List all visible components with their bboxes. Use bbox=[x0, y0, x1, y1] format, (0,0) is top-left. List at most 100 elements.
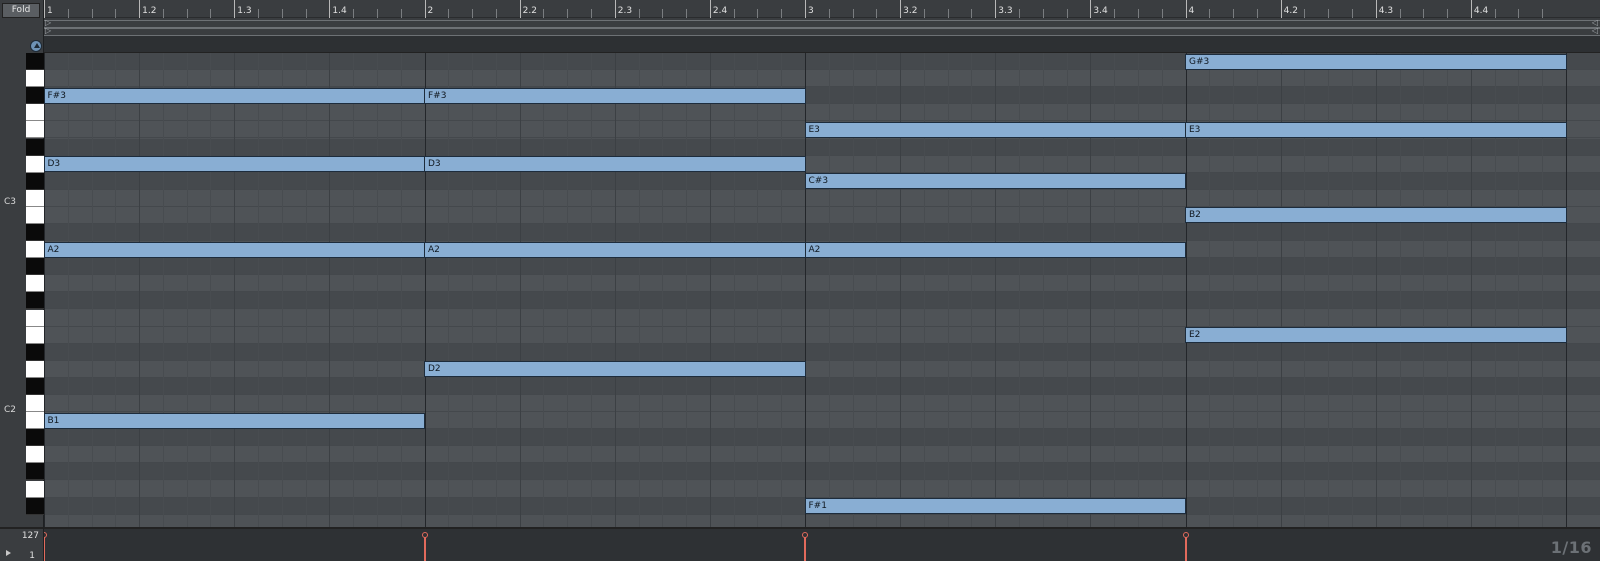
ruler-minor-tick bbox=[258, 9, 260, 18]
ruler-minor-tick bbox=[757, 9, 759, 18]
grid-row[interactable] bbox=[44, 292, 1600, 310]
midi-note[interactable]: A2 bbox=[44, 241, 425, 258]
piano-key[interactable] bbox=[26, 360, 44, 378]
grid-row[interactable] bbox=[44, 377, 1600, 395]
piano-key[interactable] bbox=[26, 172, 44, 190]
piano-key[interactable] bbox=[26, 395, 44, 413]
midi-note[interactable]: F#3 bbox=[44, 87, 425, 104]
loop-strip[interactable]: ▷ ▷ ◁ ◁ bbox=[44, 18, 1600, 36]
piano-key[interactable] bbox=[26, 480, 44, 498]
piano-key[interactable] bbox=[26, 412, 44, 430]
note-grid[interactable]: F#3 D3 A2 B1 F#3 D3 A2 D2 E3 C#3 A2 F#1 G#3 E3 B2 E2 bbox=[44, 53, 1600, 527]
grid-row[interactable] bbox=[44, 480, 1600, 498]
piano-key[interactable] bbox=[26, 206, 44, 224]
time-ruler[interactable]: 1 1.2 1.3 1.4 2 2.2 2.3 2.4 3 3.2 3.3 3.4 4 4.2 4.3 4.4 bbox=[44, 0, 1600, 18]
midi-note[interactable]: D3 bbox=[44, 156, 425, 173]
piano-key[interactable] bbox=[26, 429, 44, 447]
grid-row[interactable] bbox=[44, 104, 1600, 122]
velocity-handle[interactable] bbox=[44, 532, 47, 538]
piano-key[interactable] bbox=[26, 377, 44, 395]
ruler-minor-tick bbox=[1399, 9, 1401, 18]
midi-note[interactable]: B1 bbox=[44, 412, 425, 429]
midi-note[interactable]: E2 bbox=[1185, 327, 1567, 344]
ruler-minor-tick bbox=[305, 9, 307, 18]
ruler-minor-tick bbox=[448, 9, 450, 18]
grid-row[interactable] bbox=[44, 275, 1600, 293]
midi-note[interactable]: F#3 bbox=[424, 87, 806, 104]
sixteenth-line bbox=[590, 53, 592, 527]
midi-note[interactable]: G#3 bbox=[1185, 53, 1567, 70]
velocity-handle[interactable] bbox=[1182, 532, 1189, 538]
piano-key[interactable] bbox=[26, 275, 44, 293]
ruler-tick bbox=[139, 0, 141, 18]
grid-row[interactable] bbox=[44, 224, 1600, 242]
piano-key[interactable] bbox=[26, 189, 44, 207]
midi-note[interactable]: C#3 bbox=[804, 173, 1186, 190]
grid-row[interactable] bbox=[44, 70, 1600, 88]
piano-key[interactable] bbox=[26, 258, 44, 276]
ruler-minor-tick bbox=[1494, 9, 1496, 18]
midi-note[interactable]: A2 bbox=[424, 241, 806, 258]
piano-key[interactable] bbox=[26, 309, 44, 327]
ruler-tick bbox=[519, 0, 521, 18]
grid-row[interactable] bbox=[44, 463, 1600, 481]
piano-key[interactable] bbox=[26, 121, 44, 139]
piano-key[interactable] bbox=[26, 343, 44, 361]
piano-key[interactable] bbox=[26, 224, 44, 242]
piano-key[interactable] bbox=[26, 326, 44, 344]
piano-key[interactable] bbox=[26, 155, 44, 173]
midi-note[interactable]: D3 bbox=[424, 156, 806, 173]
grid-row[interactable] bbox=[44, 189, 1600, 207]
grid-row[interactable] bbox=[44, 138, 1600, 156]
piano-key[interactable] bbox=[26, 104, 44, 122]
velocity-handle[interactable] bbox=[802, 532, 808, 538]
ruler-minor-tick bbox=[67, 9, 69, 18]
grid-row[interactable] bbox=[44, 395, 1600, 413]
grid-row[interactable] bbox=[44, 343, 1600, 361]
piano-key[interactable] bbox=[26, 241, 44, 259]
midi-note[interactable]: B2 bbox=[1185, 207, 1567, 224]
start-marker-arrow-icon[interactable]: ▷ bbox=[45, 27, 51, 35]
grid-row[interactable] bbox=[44, 258, 1600, 276]
midi-note[interactable]: D2 bbox=[424, 361, 806, 378]
midi-note[interactable]: A2 bbox=[804, 241, 1186, 258]
piano-key[interactable] bbox=[26, 463, 44, 481]
beat-line bbox=[709, 53, 711, 527]
ruler-label: 2.4 bbox=[712, 6, 728, 16]
piano-key[interactable] bbox=[26, 53, 44, 71]
piano-key[interactable] bbox=[26, 497, 44, 515]
sixteenth-line bbox=[400, 53, 402, 527]
bar-line bbox=[44, 53, 45, 527]
ruler-minor-tick bbox=[567, 9, 569, 18]
piano-key[interactable] bbox=[26, 138, 44, 156]
midi-note[interactable]: E3 bbox=[1185, 121, 1567, 138]
grid-row[interactable] bbox=[44, 360, 1600, 378]
velocity-lane[interactable]: 1/16 bbox=[44, 527, 1600, 561]
ruler-label: 1 bbox=[47, 6, 53, 16]
piano-key[interactable] bbox=[26, 292, 44, 310]
beat-line bbox=[614, 53, 616, 527]
piano-key[interactable] bbox=[26, 70, 44, 88]
piano-key[interactable] bbox=[26, 446, 44, 464]
piano-key[interactable] bbox=[26, 87, 44, 105]
ruler-label: 2.2 bbox=[522, 6, 537, 16]
grid-row[interactable] bbox=[44, 429, 1600, 447]
ruler-minor-tick bbox=[1161, 9, 1163, 18]
ruler-label: 1.4 bbox=[332, 6, 347, 16]
note-label: F#3 bbox=[428, 90, 447, 101]
preview-toggle-icon[interactable] bbox=[30, 40, 42, 52]
fold-button[interactable]: Fold bbox=[2, 3, 40, 18]
grid-row[interactable] bbox=[44, 309, 1600, 327]
octave-label-c2: C2 bbox=[4, 405, 17, 415]
sixteenth-line bbox=[472, 53, 474, 527]
ruler-minor-tick bbox=[1304, 9, 1306, 18]
piano-keyboard[interactable] bbox=[26, 53, 44, 527]
midi-note[interactable]: F#1 bbox=[804, 498, 1186, 515]
grid-row[interactable] bbox=[44, 446, 1600, 464]
ruler-minor-tick bbox=[210, 9, 212, 18]
end-marker-arrow-icon[interactable]: ◁ bbox=[1592, 27, 1598, 35]
velocity-lane-toggle-icon[interactable] bbox=[6, 550, 11, 556]
midi-note[interactable]: E3 bbox=[804, 121, 1186, 138]
velocity-stem bbox=[804, 535, 806, 561]
velocity-handle[interactable] bbox=[421, 532, 428, 538]
